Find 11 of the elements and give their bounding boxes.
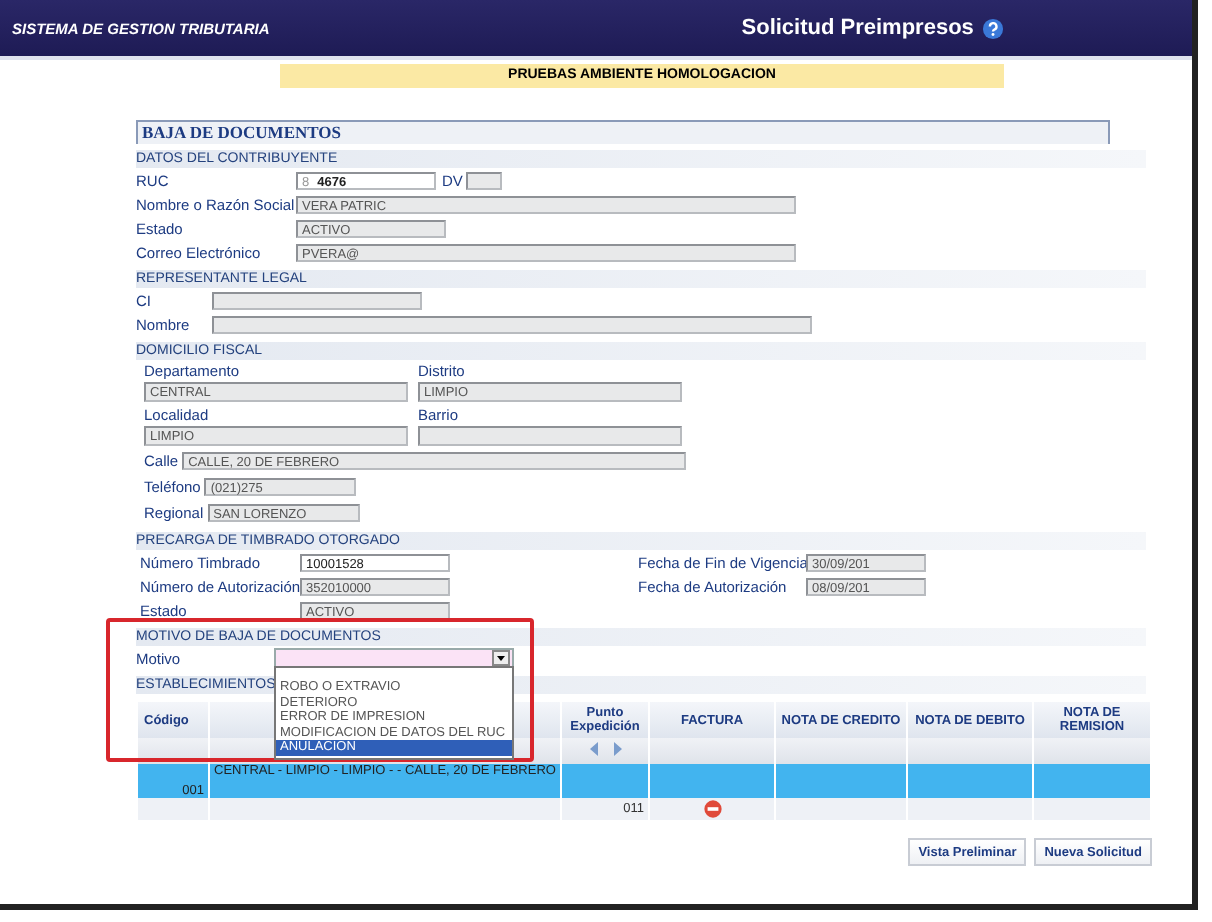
no-entry-icon[interactable] — [703, 800, 721, 818]
text-field[interactable] — [418, 426, 682, 446]
page-title: Solicitud Preimpresos — [741, 16, 974, 40]
text-field[interactable] — [212, 315, 812, 333]
motivo-dropdown[interactable] — [274, 648, 514, 668]
form-title: BAJA DE DOCUMENTOS — [136, 120, 1110, 144]
text-field[interactable] — [212, 291, 422, 309]
help-icon[interactable] — [981, 17, 1004, 39]
dv-field[interactable] — [466, 171, 503, 189]
pager-arrows-icon[interactable] — [589, 742, 621, 756]
caret-icon — [492, 650, 510, 666]
